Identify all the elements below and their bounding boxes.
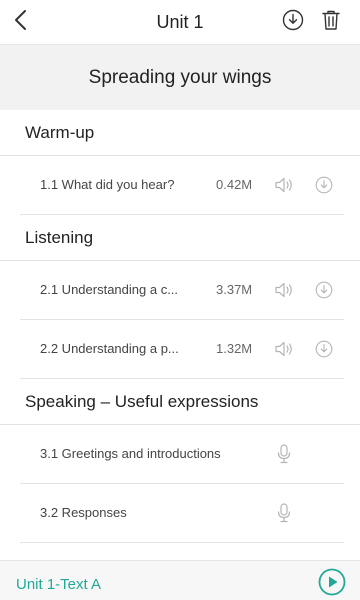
list-item[interactable]: 2.1 Understanding a c... 3.37M bbox=[20, 261, 344, 320]
list-item[interactable]: 1.1 What did you hear? 0.42M bbox=[20, 156, 344, 215]
play-circle-icon bbox=[318, 568, 346, 600]
download-circle-icon[interactable] bbox=[314, 339, 334, 359]
unit-title: Spreading your wings bbox=[88, 67, 272, 88]
download-circle-icon[interactable] bbox=[314, 175, 334, 195]
item-label: 3.2 Responses bbox=[40, 505, 127, 520]
player-bar: Unit 1-Text A bbox=[0, 560, 360, 600]
item-label: 2.2 Understanding a p... bbox=[40, 341, 179, 356]
now-playing-title[interactable]: Unit 1-Text A bbox=[16, 561, 101, 600]
speaker-icon[interactable] bbox=[274, 175, 294, 195]
top-bar: Unit 1 bbox=[0, 0, 360, 44]
trash-icon bbox=[321, 9, 341, 36]
back-button[interactable] bbox=[4, 6, 36, 38]
item-label: 1.1 What did you hear? bbox=[40, 177, 175, 192]
download-circle-icon[interactable] bbox=[314, 280, 334, 300]
file-size: 3.37M bbox=[216, 282, 253, 297]
speaker-icon[interactable] bbox=[274, 280, 294, 300]
download-circle-icon bbox=[282, 9, 304, 36]
list-item[interactable]: 2.2 Understanding a p... 1.32M bbox=[20, 320, 344, 379]
file-size: 0.42M bbox=[216, 177, 253, 192]
download-all-button[interactable] bbox=[278, 7, 308, 37]
item-label: 2.1 Understanding a c... bbox=[40, 282, 179, 297]
play-button[interactable] bbox=[317, 568, 347, 600]
lesson-list[interactable]: Warm-up 1.1 What did you hear? 0.42M Lis… bbox=[0, 110, 360, 560]
microphone-icon[interactable] bbox=[274, 443, 294, 465]
section-title: Speaking – Useful expressions bbox=[0, 379, 360, 425]
speaker-icon[interactable] bbox=[274, 339, 294, 359]
unit-title-band: Spreading your wings bbox=[0, 44, 360, 110]
delete-button[interactable] bbox=[316, 7, 346, 37]
section-title: Warm-up bbox=[0, 110, 360, 156]
page-title: Unit 1 bbox=[156, 12, 204, 32]
list-item[interactable]: 3.1 Greetings and introductions bbox=[20, 425, 344, 484]
file-size: 1.32M bbox=[216, 341, 253, 356]
section-title: Listening bbox=[0, 215, 360, 261]
chevron-left-icon bbox=[13, 9, 27, 36]
list-item[interactable]: 3.2 Responses bbox=[20, 484, 344, 543]
item-label: 3.1 Greetings and introductions bbox=[40, 446, 221, 461]
microphone-icon[interactable] bbox=[274, 502, 294, 524]
